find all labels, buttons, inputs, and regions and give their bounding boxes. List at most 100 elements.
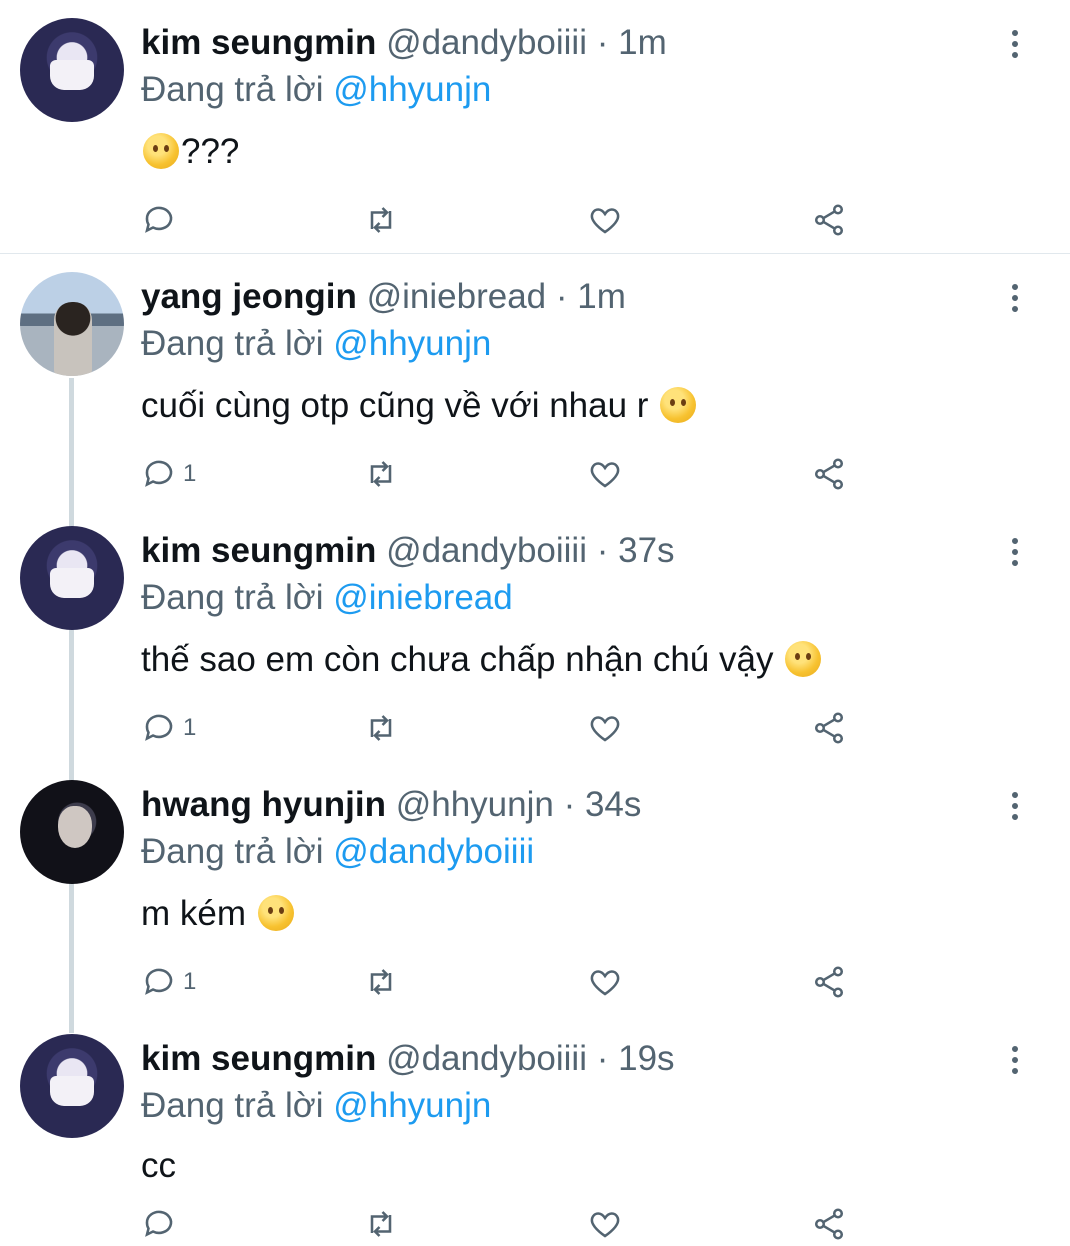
share-button[interactable] xyxy=(811,964,847,1000)
tweet[interactable]: kim seungmin @dandyboiiii · 1m Đang trả … xyxy=(0,0,1070,253)
tweet-body: ??? xyxy=(181,132,240,171)
reply-button[interactable] xyxy=(141,1206,183,1242)
replying-prefix: Đang trả lời xyxy=(141,1086,334,1125)
mention-link[interactable]: @hhyunjn xyxy=(333,324,491,363)
reply-count: 1 xyxy=(183,968,197,995)
like-button[interactable] xyxy=(587,202,623,238)
tweet-body: thế sao em còn chưa chấp nhận chú vậy xyxy=(141,640,774,679)
like-button[interactable] xyxy=(587,964,623,1000)
like-button[interactable] xyxy=(587,1206,623,1242)
action-bar: 1 xyxy=(141,964,861,1004)
timestamp[interactable]: 34s xyxy=(585,785,641,824)
tweet[interactable]: yang jeongin @iniebread · 1m Đang trả lờ… xyxy=(0,254,1070,508)
smirking-face-icon xyxy=(257,895,294,931)
replying-prefix: Đang trả lời xyxy=(141,578,334,617)
timestamp[interactable]: 1m xyxy=(618,23,667,62)
avatar[interactable] xyxy=(20,780,124,884)
tweet-text: m kém xyxy=(141,892,296,936)
reply-icon xyxy=(145,460,173,487)
like-icon xyxy=(590,208,620,234)
tweet-text: ??? xyxy=(141,130,239,174)
retweet-button[interactable] xyxy=(363,710,399,746)
action-bar: 1 xyxy=(141,456,861,496)
reply-icon xyxy=(145,968,173,995)
mention-link[interactable]: @dandyboiiii xyxy=(333,832,534,871)
reply-button[interactable]: 1 xyxy=(141,964,196,1000)
tweet-header: hwang hyunjin @hhyunjn · 34s xyxy=(141,785,641,825)
handle[interactable]: @iniebread xyxy=(367,277,547,316)
tweet-header: kim seungmin @dandyboiiii · 1m xyxy=(141,23,667,63)
tweet[interactable]: kim seungmin @dandyboiiii · 37s Đang trả… xyxy=(0,508,1070,762)
like-icon xyxy=(590,970,620,996)
retweet-icon xyxy=(370,969,392,995)
replying-prefix: Đang trả lời xyxy=(141,70,334,109)
tweet[interactable]: hwang hyunjin @hhyunjn · 34s Đang trả lờ… xyxy=(0,762,1070,1016)
display-name[interactable]: kim seungmin xyxy=(141,531,376,570)
action-bar: 1 xyxy=(141,710,861,750)
retweet-button[interactable] xyxy=(363,456,399,492)
reply-button[interactable]: 1 xyxy=(141,456,196,492)
replying-to: Đang trả lời @dandyboiiii xyxy=(141,832,534,872)
display-name[interactable]: yang jeongin xyxy=(141,277,357,316)
like-button[interactable] xyxy=(587,710,623,746)
retweet-button[interactable] xyxy=(363,202,399,238)
more-options-icon[interactable] xyxy=(1012,1046,1020,1076)
like-button[interactable] xyxy=(587,456,623,492)
share-button[interactable] xyxy=(811,1206,847,1242)
share-button[interactable] xyxy=(811,456,847,492)
retweet-icon xyxy=(370,715,392,741)
display-name[interactable]: kim seungmin xyxy=(141,1039,376,1078)
more-options-icon[interactable] xyxy=(1012,284,1020,314)
handle[interactable]: @dandyboiiii xyxy=(386,1039,587,1078)
separator: · xyxy=(546,277,578,316)
avatar[interactable] xyxy=(20,18,124,122)
avatar[interactable] xyxy=(20,272,124,376)
share-icon xyxy=(814,204,844,236)
tweet-body: cuối cùng otp cũng về với nhau r xyxy=(141,386,649,425)
separator: · xyxy=(587,531,619,570)
timestamp[interactable]: 1m xyxy=(577,277,626,316)
reply-count: 1 xyxy=(183,714,197,741)
retweet-icon xyxy=(370,461,392,487)
avatar[interactable] xyxy=(20,526,124,630)
retweet-button[interactable] xyxy=(363,964,399,1000)
reply-button[interactable]: 1 xyxy=(141,710,196,746)
separator: · xyxy=(587,1039,619,1078)
like-icon xyxy=(590,716,620,742)
disappointed-face-icon xyxy=(785,641,822,677)
display-name[interactable]: hwang hyunjin xyxy=(141,785,386,824)
more-options-icon[interactable] xyxy=(1012,30,1020,60)
share-icon xyxy=(814,458,844,490)
mention-link[interactable]: @hhyunjn xyxy=(333,1086,491,1125)
retweet-icon xyxy=(370,1211,392,1237)
mention-link[interactable]: @iniebread xyxy=(333,578,513,617)
replying-prefix: Đang trả lời xyxy=(141,324,334,363)
retweet-button[interactable] xyxy=(363,1206,399,1242)
share-button[interactable] xyxy=(811,202,847,238)
handle[interactable]: @dandyboiiii xyxy=(386,531,587,570)
tweet-text: thế sao em còn chưa chấp nhận chú vậy xyxy=(141,638,823,682)
more-options-icon[interactable] xyxy=(1012,792,1020,822)
share-icon xyxy=(814,1208,844,1240)
tweet-header: yang jeongin @iniebread · 1m xyxy=(141,277,626,317)
more-options-icon[interactable] xyxy=(1012,538,1020,568)
timestamp[interactable]: 37s xyxy=(618,531,674,570)
handle[interactable]: @hhyunjn xyxy=(396,785,554,824)
share-icon xyxy=(814,966,844,998)
timestamp[interactable]: 19s xyxy=(618,1039,674,1078)
replying-to: Đang trả lời @hhyunjn xyxy=(141,1086,491,1126)
separator: · xyxy=(553,785,585,824)
replying-to: Đang trả lời @iniebread xyxy=(141,578,513,618)
handle[interactable]: @dandyboiiii xyxy=(386,23,587,62)
share-button[interactable] xyxy=(811,710,847,746)
tweet[interactable]: kim seungmin @dandyboiiii · 19s Đang trả… xyxy=(0,1016,1070,1246)
replying-to: Đang trả lời @hhyunjn xyxy=(141,70,491,110)
mention-link[interactable]: @hhyunjn xyxy=(333,70,491,109)
retweet-icon xyxy=(370,207,392,233)
reply-icon xyxy=(145,1210,173,1237)
separator: · xyxy=(587,23,619,62)
replying-to: Đang trả lời @hhyunjn xyxy=(141,324,491,364)
display-name[interactable]: kim seungmin xyxy=(141,23,376,62)
avatar[interactable] xyxy=(20,1034,124,1138)
reply-button[interactable] xyxy=(141,202,183,238)
